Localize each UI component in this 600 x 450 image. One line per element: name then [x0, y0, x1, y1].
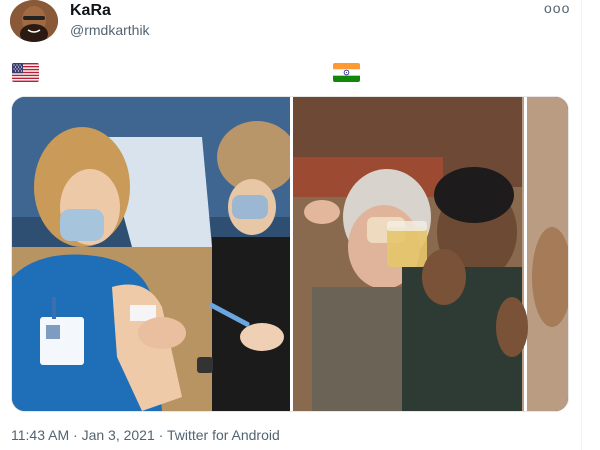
tweet-source[interactable]: Twitter for Android	[167, 427, 280, 443]
separator: ·	[69, 427, 82, 443]
avatar[interactable]	[10, 0, 58, 42]
author-name[interactable]: KaRa	[70, 2, 111, 20]
media-panel-vaccination	[12, 97, 297, 411]
tweet: KaRa @rmdkarthik ooo 11:43 AM · Jan 3, 2…	[0, 0, 600, 450]
tweet-metadata: 11:43 AM · Jan 3, 2021 · Twitter for And…	[11, 427, 280, 443]
india-flag-icon	[333, 63, 360, 82]
tweet-time[interactable]: 11:43 AM	[11, 427, 69, 443]
column-divider	[581, 0, 582, 450]
tweet-date[interactable]: Jan 3, 2021	[82, 427, 155, 443]
tweet-media[interactable]	[11, 96, 569, 412]
separator: ·	[154, 427, 167, 443]
media-panel-drinking	[293, 97, 568, 411]
us-flag-icon	[12, 63, 39, 82]
more-dots-icon[interactable]: ooo	[544, 0, 570, 16]
author-handle[interactable]: @rmdkarthik	[70, 22, 150, 38]
